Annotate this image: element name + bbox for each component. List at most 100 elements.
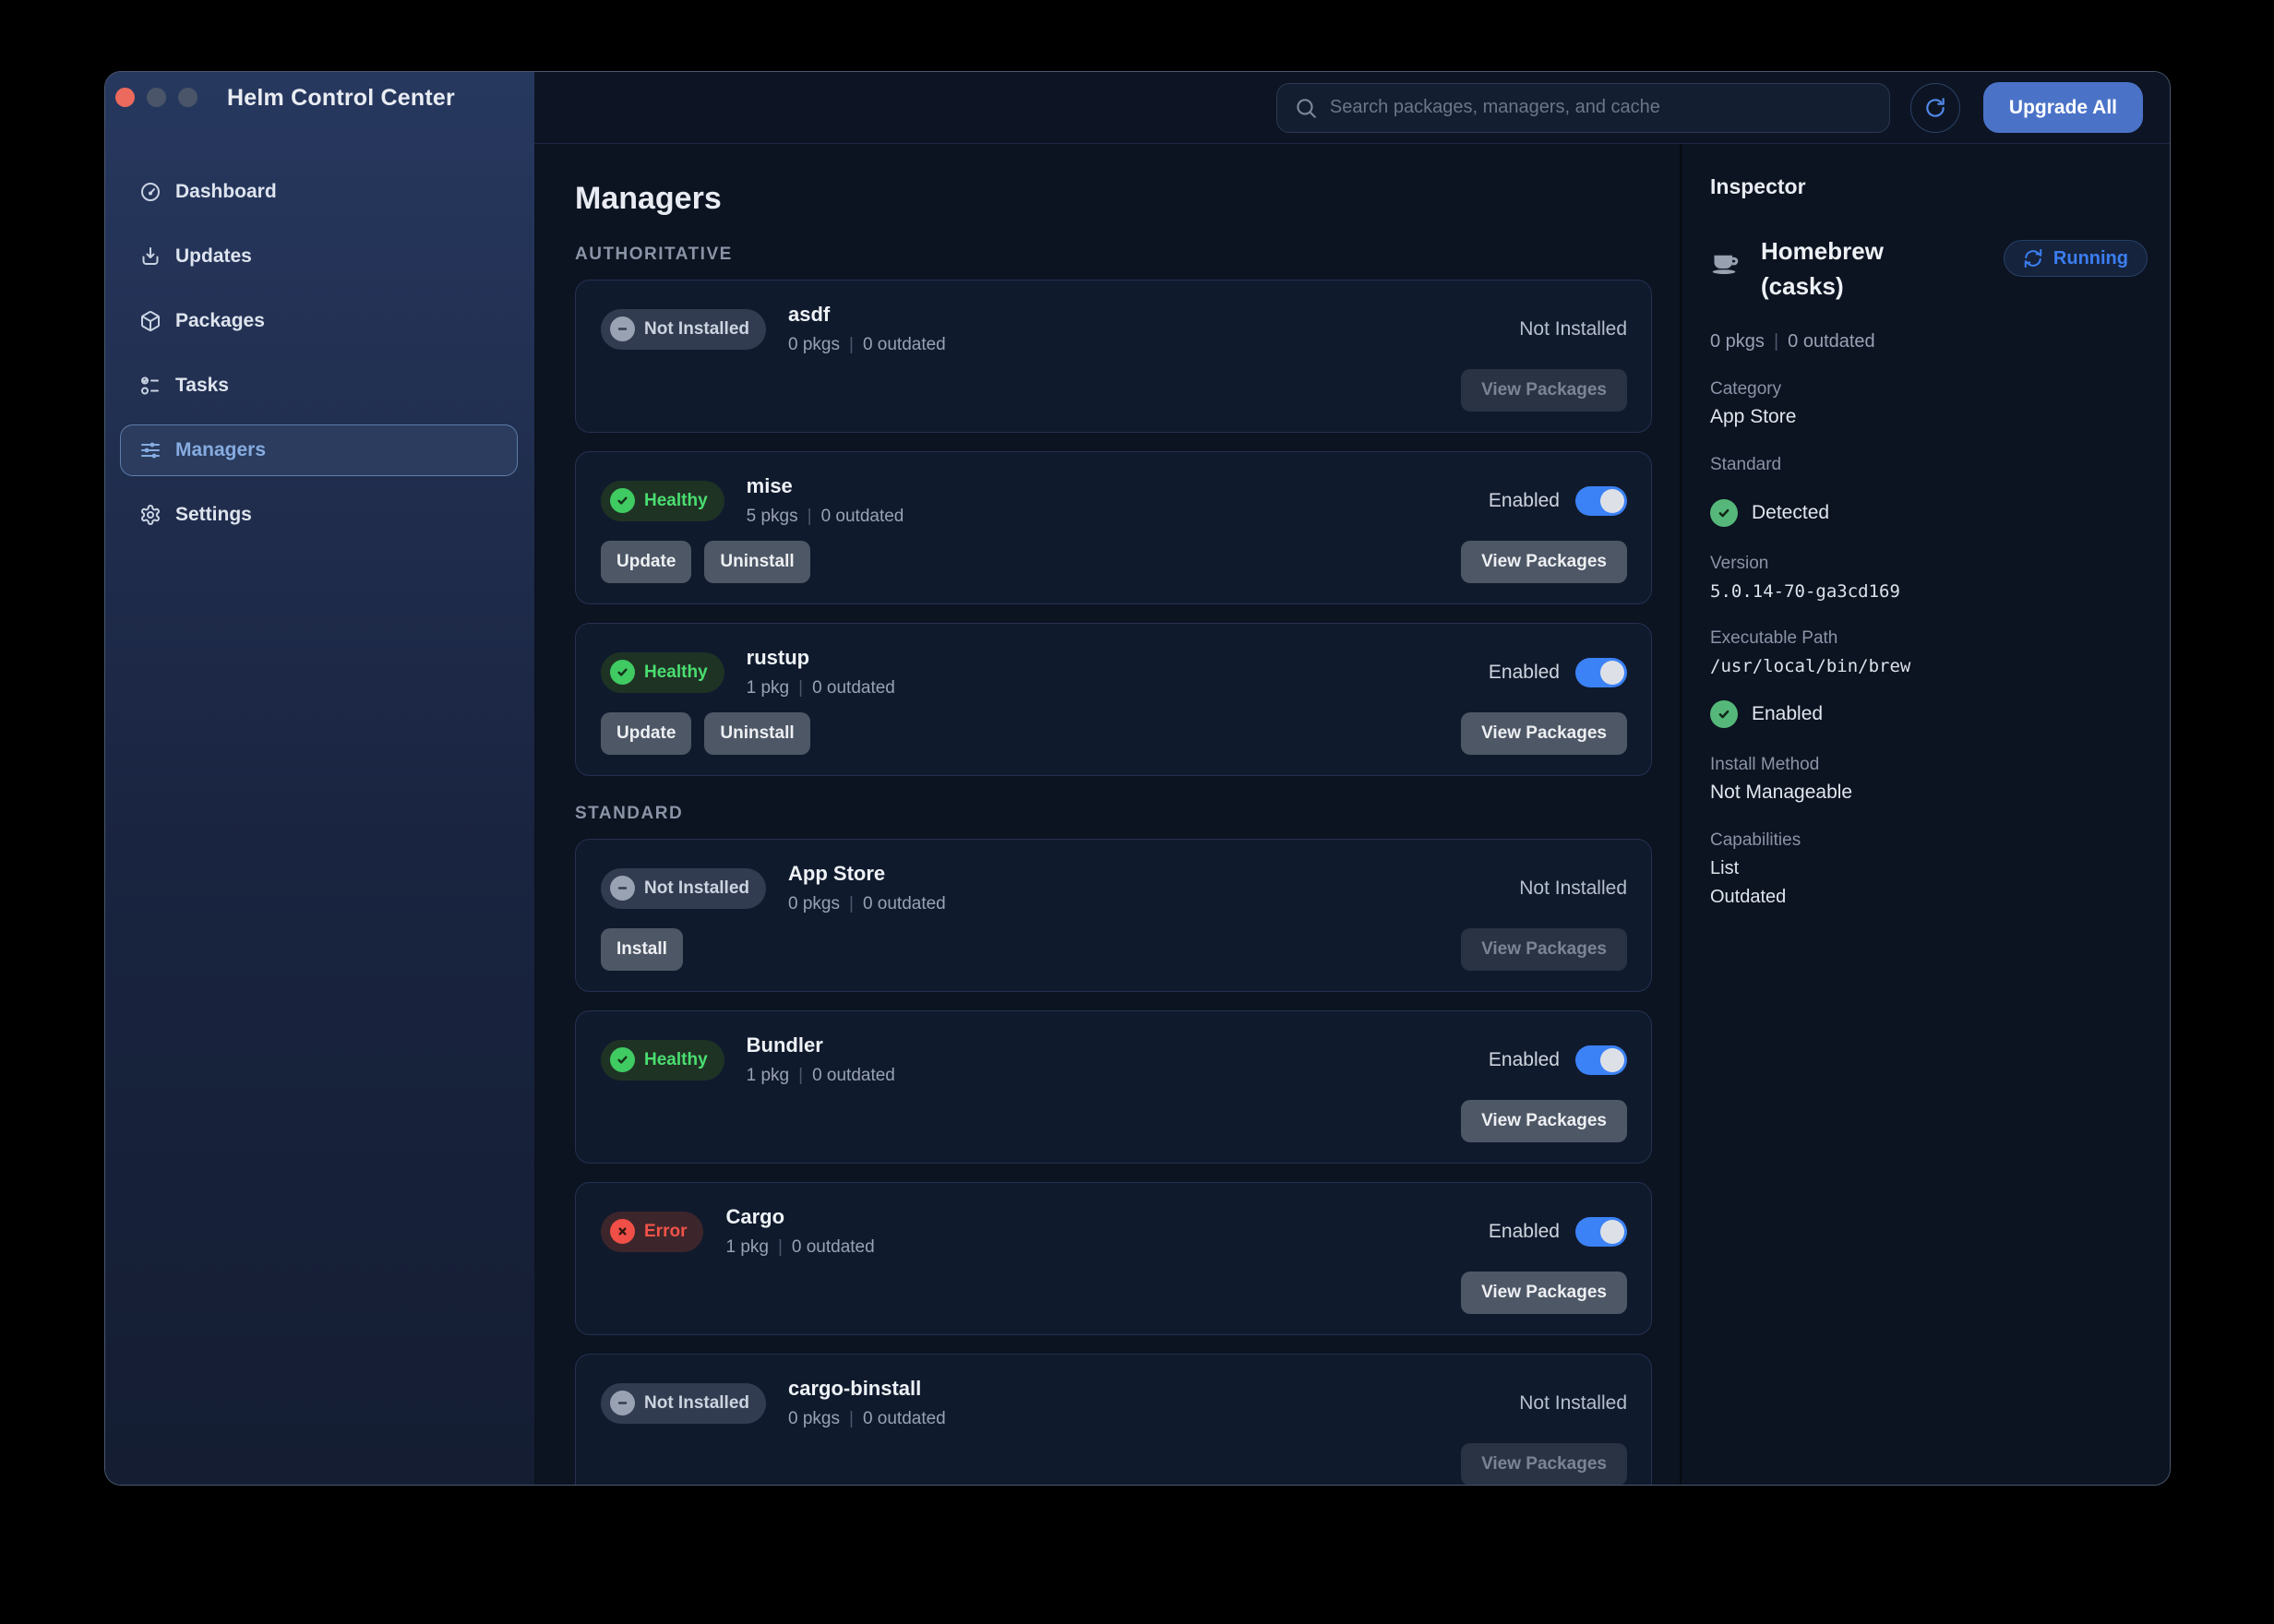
outdated-count: 0 outdated (863, 894, 946, 914)
manager-name: asdf (788, 303, 946, 327)
sync-icon (2023, 248, 2043, 269)
sidebar-item-label: Tasks (175, 375, 229, 397)
outdated-count: 0 outdated (863, 335, 946, 354)
enabled-label: Enabled (1752, 703, 1823, 725)
search-input[interactable] (1330, 97, 1873, 118)
path-value: /usr/local/bin/brew (1710, 656, 2148, 676)
sidebar-item-dashboard[interactable]: Dashboard (120, 166, 518, 218)
view-packages-button[interactable]: View Packages (1461, 369, 1627, 412)
sidebar-item-label: Settings (175, 504, 252, 526)
card-top-right: Not Installed (1519, 318, 1627, 340)
capability-item: Outdated (1710, 887, 2148, 908)
pkgs-count: 5 pkgs (747, 507, 798, 526)
enabled-toggle[interactable] (1575, 1217, 1627, 1247)
view-packages-button[interactable]: View Packages (1461, 1100, 1627, 1142)
manager-stats: 5 pkgs|0 outdated (747, 507, 904, 527)
sidebar-item-managers[interactable]: Managers (120, 424, 518, 476)
status-badge: Healthy (601, 481, 724, 521)
inspector-manager-name: Homebrew (casks) (1761, 234, 1922, 304)
manager-stats: 1 pkg|0 outdated (747, 1066, 895, 1086)
running-status-badge: Running (2004, 240, 2148, 277)
version-value: 5.0.14-70-ga3cd169 (1710, 581, 2148, 602)
sidebar-item-updates[interactable]: Updates (120, 231, 518, 282)
view-packages-button[interactable]: View Packages (1461, 1272, 1627, 1314)
pkgs-count: 0 pkgs (788, 335, 840, 354)
minus-icon (610, 316, 635, 341)
pkgs-count: 1 pkg (747, 678, 789, 698)
sidebar-item-packages[interactable]: Packages (120, 295, 518, 347)
detected-label: Detected (1752, 502, 1829, 524)
manager-stats: 1 pkg|0 outdated (747, 678, 895, 699)
card-top-right: Not Installed (1519, 878, 1627, 900)
update-button[interactable]: Update (601, 712, 691, 755)
view-packages-button[interactable]: View Packages (1461, 712, 1627, 755)
card-top-right: Enabled (1489, 1045, 1627, 1075)
pkgs-count: 0 pkgs (788, 1409, 840, 1428)
detected-row: Detected (1710, 499, 2148, 527)
update-button[interactable]: Update (601, 541, 691, 583)
enabled-row: Enabled (1710, 700, 2148, 728)
category-label: Category (1710, 379, 2148, 400)
section-cards: Not Installed asdf 0 pkgs|0 outdated Not… (575, 280, 1652, 776)
capability-item: List (1710, 858, 2148, 879)
inspector-title: Inspector (1710, 174, 2148, 199)
pkgs-count: 0 pkgs (788, 894, 840, 914)
detected-check-icon (1710, 499, 1738, 527)
card-top-right: Enabled (1489, 658, 1627, 687)
enabled-label: Enabled (1489, 662, 1560, 684)
sliders-icon (139, 439, 162, 461)
install-state-text: Not Installed (1519, 878, 1627, 900)
card-top-right: Not Installed (1519, 1392, 1627, 1415)
card-top-right: Enabled (1489, 1217, 1627, 1247)
refresh-button[interactable] (1910, 83, 1960, 133)
status-label: Error (644, 1222, 687, 1242)
view-packages-button[interactable]: View Packages (1461, 541, 1627, 583)
check-icon (610, 488, 635, 513)
upgrade-all-button[interactable]: Upgrade All (1983, 82, 2143, 133)
sidebar-item-tasks[interactable]: Tasks (120, 360, 518, 412)
version-label: Version (1710, 554, 2148, 574)
manager-card: Healthy mise 5 pkgs|0 outdated Enabled U… (575, 451, 1652, 604)
page-title: Managers (575, 181, 1652, 217)
enabled-check-icon (1710, 700, 1738, 728)
manager-sections: AUTHORITATIVE Not Installed asdf 0 pkgs|… (575, 245, 1652, 1485)
enabled-toggle[interactable] (1575, 486, 1627, 516)
install-state-text: Not Installed (1519, 318, 1627, 340)
enabled-toggle[interactable] (1575, 658, 1627, 687)
refresh-icon (1923, 96, 1947, 120)
enabled-label: Enabled (1489, 1221, 1560, 1243)
sidebar-item-label: Updates (175, 245, 252, 268)
app-title: Helm Control Center (148, 85, 534, 112)
status-badge: Healthy (601, 652, 724, 693)
category-value: App Store (1710, 406, 2148, 428)
close-window-button[interactable] (115, 88, 135, 107)
manager-stats: 0 pkgs|0 outdated (788, 335, 946, 355)
uninstall-button[interactable]: Uninstall (704, 712, 809, 755)
status-badge: Error (601, 1212, 703, 1252)
manager-stats: 1 pkg|0 outdated (725, 1237, 874, 1258)
card-action-buttons: Update Uninstall (601, 712, 810, 755)
inspector-stats: 0 pkgs|0 outdated (1710, 331, 2148, 352)
section-label: AUTHORITATIVE (575, 245, 1652, 265)
status-label: Not Installed (644, 1393, 749, 1414)
view-packages-button[interactable]: View Packages (1461, 1443, 1627, 1485)
manager-card: Error Cargo 1 pkg|0 outdated Enabled Vie… (575, 1182, 1652, 1335)
install-button[interactable]: Install (601, 928, 683, 971)
gauge-icon (139, 181, 162, 203)
status-label: Healthy (644, 491, 708, 511)
enabled-toggle[interactable] (1575, 1045, 1627, 1075)
install-state-text: Not Installed (1519, 1392, 1627, 1415)
path-label: Executable Path (1710, 628, 2148, 649)
sidebar-item-label: Packages (175, 310, 265, 332)
app-window: Helm Control Center Dashboard Updates Pa… (104, 71, 2171, 1486)
search-box[interactable] (1276, 83, 1890, 133)
package-icon (139, 310, 162, 332)
sidebar-item-settings[interactable]: Settings (120, 489, 518, 541)
manager-card: Healthy rustup 1 pkg|0 outdated Enabled … (575, 623, 1652, 776)
manager-card: Not Installed App Store 0 pkgs|0 outdate… (575, 839, 1652, 992)
manager-name: Bundler (747, 1033, 895, 1057)
topbar: Upgrade All (534, 72, 2170, 144)
view-packages-button[interactable]: View Packages (1461, 928, 1627, 971)
status-badge: Healthy (601, 1040, 724, 1081)
uninstall-button[interactable]: Uninstall (704, 541, 809, 583)
